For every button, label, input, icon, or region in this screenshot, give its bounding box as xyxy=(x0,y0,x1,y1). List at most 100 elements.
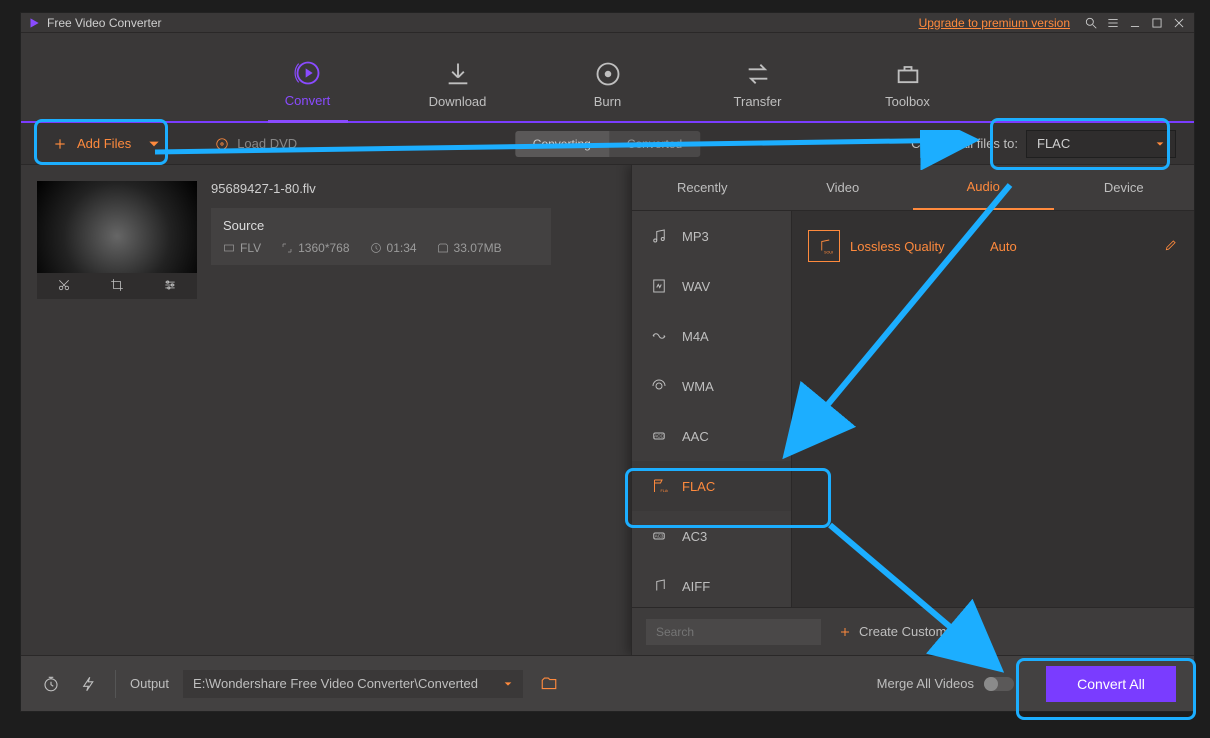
edit-icon[interactable] xyxy=(1164,238,1178,255)
convert-icon xyxy=(294,59,322,87)
toolbar: Add Files Load DVD Converting Converted … xyxy=(21,123,1194,165)
create-custom-button[interactable]: Create Custom xyxy=(839,624,946,639)
duration-badge: 01:34 xyxy=(370,241,417,255)
merge-label: Merge All Videos xyxy=(877,676,974,691)
tab-convert[interactable]: Convert xyxy=(268,59,348,123)
audio-icon: AC3 xyxy=(650,527,668,545)
main-tabs: Convert Download Burn Transfer Toolbox xyxy=(21,33,1194,123)
tab-transfer-label: Transfer xyxy=(734,94,782,109)
search-icon[interactable] xyxy=(1082,15,1100,31)
output-path-dropdown[interactable]: E:\Wondershare Free Video Converter\Conv… xyxy=(183,670,523,698)
thumbnail-toolbar xyxy=(37,273,197,299)
crop-icon[interactable] xyxy=(110,278,124,295)
close-icon[interactable] xyxy=(1170,15,1188,31)
format-item-wma[interactable]: WMA xyxy=(632,361,791,411)
tab-convert-label: Convert xyxy=(285,93,331,108)
format-item-aac[interactable]: ACCAAC xyxy=(632,411,791,461)
output-format-value: FLAC xyxy=(1037,136,1070,151)
add-files-label: Add Files xyxy=(77,136,131,151)
status-segment: Converting Converted xyxy=(515,131,700,157)
trim-icon[interactable] xyxy=(57,278,71,295)
maximize-icon[interactable] xyxy=(1148,15,1166,31)
format-popup: Recently Video Audio Device MP3 WAV M4A … xyxy=(631,165,1194,655)
tab-download-label: Download xyxy=(429,94,487,109)
chevron-down-icon xyxy=(1155,139,1165,149)
dvd-icon xyxy=(215,137,229,151)
seg-converting[interactable]: Converting xyxy=(515,131,609,157)
tab-toolbox[interactable]: Toolbox xyxy=(868,60,948,121)
popup-tabs: Recently Video Audio Device xyxy=(632,165,1194,211)
format-search-input[interactable] xyxy=(646,619,821,645)
quality-label: Lossless Quality xyxy=(850,239,980,254)
format-list[interactable]: MP3 WAV M4A WMA ACCAAC FLACFLAC AC3AC3 A… xyxy=(632,211,792,607)
schedule-icon[interactable] xyxy=(39,672,63,696)
settings-icon[interactable] xyxy=(163,278,177,295)
transfer-icon xyxy=(744,60,772,88)
format-item-wav[interactable]: WAV xyxy=(632,261,791,311)
audio-icon xyxy=(650,277,668,295)
popup-tab-device[interactable]: Device xyxy=(1054,165,1195,210)
codec-badge: FLV xyxy=(223,241,261,255)
audio-icon xyxy=(650,327,668,345)
menu-icon[interactable] xyxy=(1104,15,1122,31)
merge-toggle[interactable] xyxy=(984,677,1014,691)
tab-burn-label: Burn xyxy=(594,94,621,109)
format-item-mp3[interactable]: MP3 xyxy=(632,211,791,261)
audio-icon xyxy=(650,227,668,245)
source-label: Source xyxy=(223,218,539,233)
svg-text:ACC: ACC xyxy=(654,434,664,439)
svg-text:FLAC: FLAC xyxy=(661,489,669,493)
quality-row[interactable]: SOURCE Lossless Quality Auto xyxy=(802,221,1184,271)
tab-burn[interactable]: Burn xyxy=(568,60,648,121)
chevron-down-icon xyxy=(503,679,513,689)
svg-text:SOURCE: SOURCE xyxy=(824,251,833,255)
separator xyxy=(115,670,116,698)
popup-tab-video[interactable]: Video xyxy=(773,165,914,210)
add-files-button[interactable]: Add Files xyxy=(39,131,175,156)
quality-source-icon: SOURCE xyxy=(808,230,840,262)
format-item-aiff[interactable]: AIFF xyxy=(632,561,791,607)
audio-icon xyxy=(650,577,668,595)
popup-body: MP3 WAV M4A WMA ACCAAC FLACFLAC AC3AC3 A… xyxy=(632,211,1194,607)
quality-value: Auto xyxy=(990,239,1154,254)
chevron-down-icon xyxy=(147,137,161,151)
output-label: Output xyxy=(130,676,169,691)
popup-tab-recently[interactable]: Recently xyxy=(632,165,773,210)
source-box: Source FLV 1360*768 01:34 33.07MB xyxy=(211,208,551,265)
plus-icon xyxy=(839,626,851,638)
audio-icon: FLAC xyxy=(650,477,668,495)
svg-text:AC3: AC3 xyxy=(655,534,664,539)
gpu-icon[interactable] xyxy=(77,672,101,696)
video-thumbnail[interactable] xyxy=(37,181,197,273)
tab-download[interactable]: Download xyxy=(418,60,498,121)
audio-icon xyxy=(650,377,668,395)
format-item-m4a[interactable]: M4A xyxy=(632,311,791,361)
resolution-badge: 1360*768 xyxy=(281,241,349,255)
app-window: Free Video Converter Upgrade to premium … xyxy=(20,12,1195,712)
tab-transfer[interactable]: Transfer xyxy=(718,60,798,121)
burn-icon xyxy=(594,60,622,88)
load-dvd-label: Load DVD xyxy=(237,136,297,151)
file-meta: FLV 1360*768 01:34 33.07MB xyxy=(223,241,539,255)
tab-toolbox-label: Toolbox xyxy=(885,94,930,109)
format-item-ac3[interactable]: AC3AC3 xyxy=(632,511,791,561)
convert-all-button[interactable]: Convert All xyxy=(1046,666,1176,702)
format-item-flac[interactable]: FLACFLAC xyxy=(632,461,791,511)
convert-all-label: Convert all files to: xyxy=(911,136,1018,151)
audio-icon: ACC xyxy=(650,427,668,445)
quality-panel: SOURCE Lossless Quality Auto xyxy=(792,211,1194,607)
popup-footer: Create Custom xyxy=(632,607,1194,655)
merge-all-control: Merge All Videos xyxy=(877,676,1014,691)
open-folder-icon[interactable] xyxy=(537,672,561,696)
download-icon xyxy=(444,60,472,88)
upgrade-link[interactable]: Upgrade to premium version xyxy=(919,16,1070,30)
toolbox-icon xyxy=(894,60,922,88)
output-format-dropdown[interactable]: FLAC xyxy=(1026,130,1176,158)
thumbnail-wrapper xyxy=(37,181,197,299)
seg-converted[interactable]: Converted xyxy=(609,131,700,157)
title-bar: Free Video Converter Upgrade to premium … xyxy=(21,13,1194,33)
plus-icon xyxy=(53,137,67,151)
popup-tab-audio[interactable]: Audio xyxy=(913,165,1054,210)
load-dvd-button[interactable]: Load DVD xyxy=(215,136,297,151)
minimize-icon[interactable] xyxy=(1126,15,1144,31)
